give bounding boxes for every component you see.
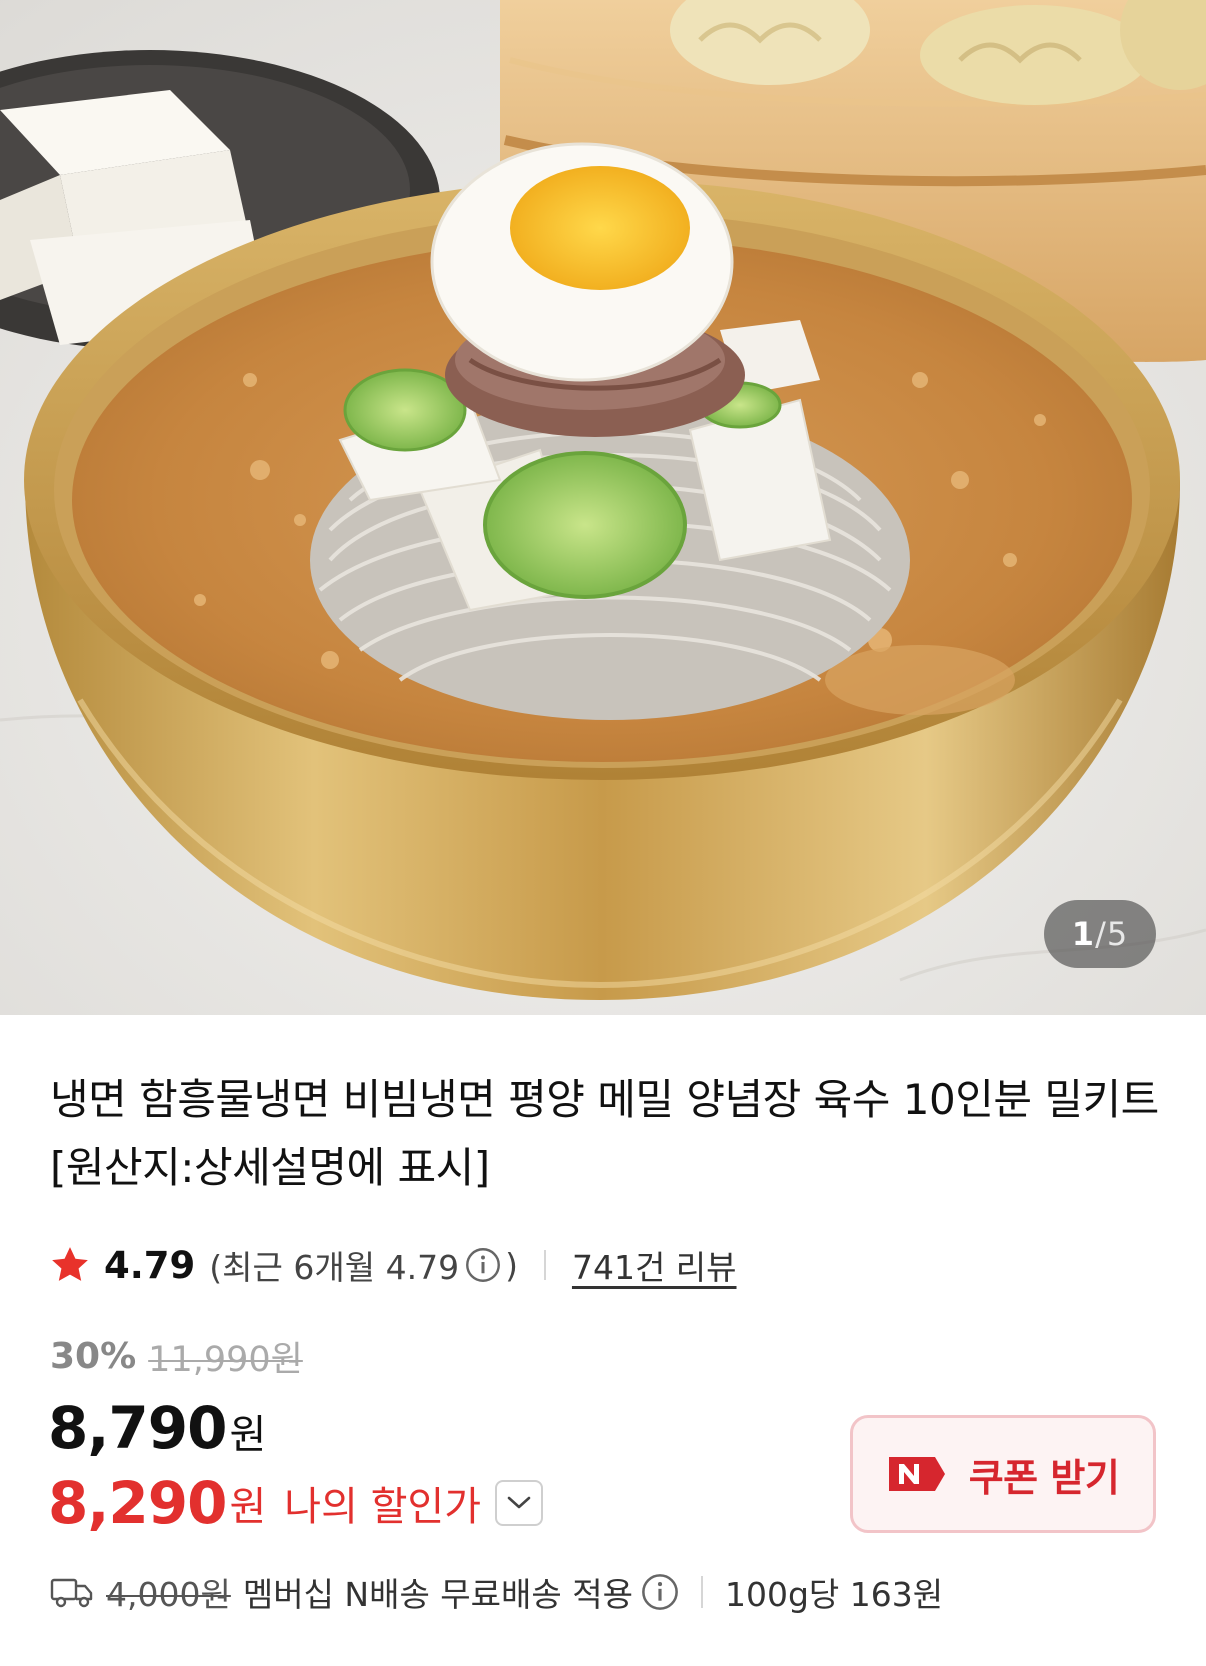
sale-price: 8,790 원 <box>48 1394 266 1464</box>
divider <box>543 1250 546 1280</box>
naver-n-icon <box>888 1457 945 1491</box>
product-image-gallery[interactable]: 1 / 5 <box>0 0 1206 1015</box>
info-icon[interactable] <box>465 1247 501 1283</box>
pager-current: 1 <box>1071 915 1096 953</box>
my-price-number: 8,290 <box>48 1469 227 1537</box>
discount-row: 30% 11,990원 <box>50 1332 303 1380</box>
chevron-down-icon <box>507 1496 531 1509</box>
star-icon <box>52 1247 88 1281</box>
my-price-unit: 원 <box>229 1484 267 1530</box>
sale-price-unit: 원 <box>229 1412 267 1458</box>
rating-row: 4.79 (최근 6개월 4.79 ) 741건 리뷰 <box>48 1240 737 1290</box>
my-price-expand-button[interactable] <box>495 1480 543 1526</box>
shipping-text: 멤버십 N배송 무료배송 적용 <box>242 1575 633 1614</box>
image-pager: 1 / 5 <box>1044 900 1156 968</box>
unit-price: 100g당 163원 <box>724 1575 944 1614</box>
reviews-link[interactable]: 741건 리뷰 <box>572 1241 737 1289</box>
my-discount-price: 8,290 원 나의 할인가 <box>48 1468 543 1538</box>
rating-score: 4.79 <box>104 1243 196 1287</box>
shipping-info-icon[interactable] <box>641 1573 679 1611</box>
shipping-fee: 4,000원 <box>106 1575 231 1614</box>
product-title: 냉면 함흥물냉면 비빔냉면 평양 메밀 양념장 육수 10인분 밀키트 [원산지… <box>50 1075 1159 1192</box>
discount-rate: 30% <box>50 1335 137 1377</box>
truck-icon <box>50 1578 93 1608</box>
recent-rating: (최근 6개월 4.79 ) <box>209 1241 518 1289</box>
shipping-row: 4,000원 멤버십 N배송 무료배송 적용 100g당 163원 <box>50 1566 943 1618</box>
sale-price-number: 8,790 <box>48 1394 227 1462</box>
recent-rating-text: (최근 6개월 4.79 <box>209 1248 460 1287</box>
my-price-label: 나의 할인가 <box>284 1484 481 1530</box>
pager-separator: / <box>1095 915 1107 953</box>
divider <box>700 1576 703 1608</box>
recent-rating-close: ) <box>505 1245 518 1285</box>
pager-total: 5 <box>1106 915 1129 953</box>
coupon-label: 쿠폰 받기 <box>968 1455 1120 1500</box>
product-image <box>0 0 1206 1015</box>
original-price: 11,990원 <box>148 1339 303 1380</box>
coupon-button[interactable]: 쿠폰 받기 <box>850 1415 1156 1533</box>
